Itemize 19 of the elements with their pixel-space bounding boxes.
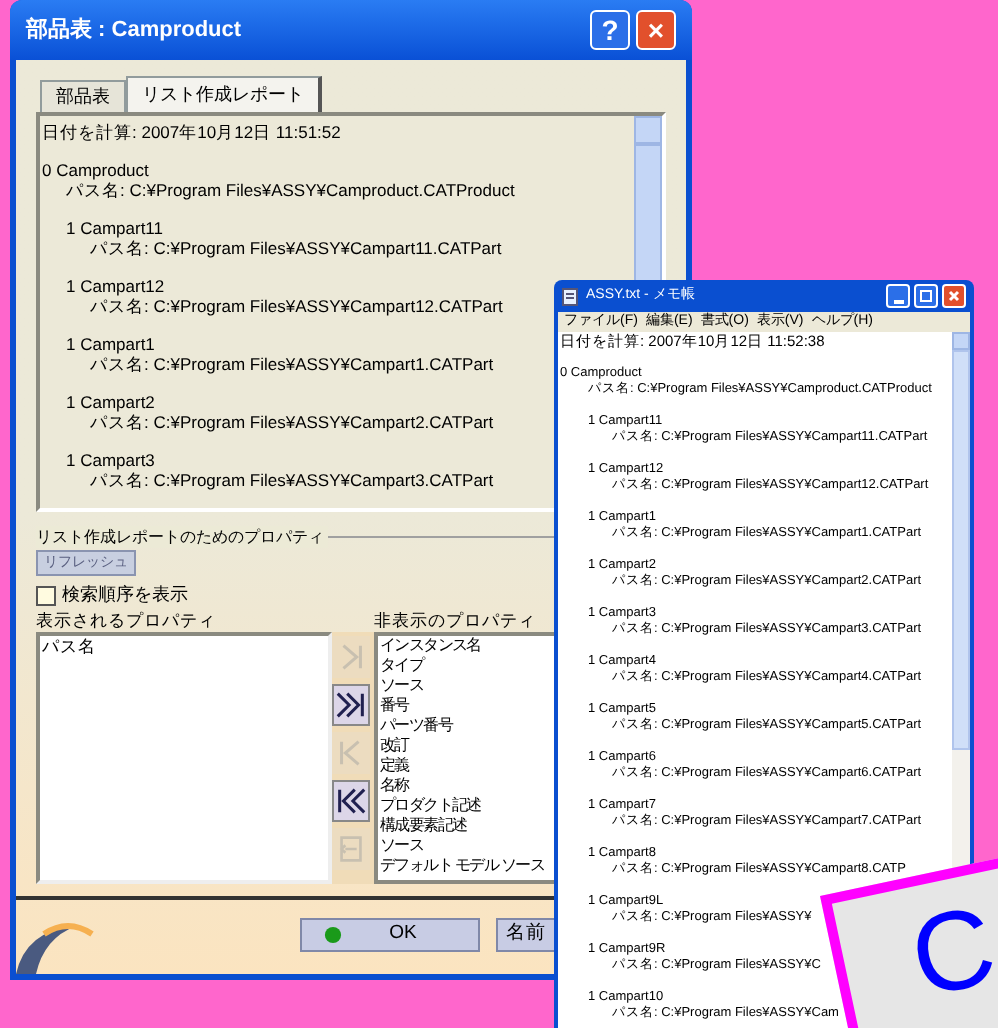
timestamp-text: 日付を計算: 2007年10月12日 11:51:52 xyxy=(42,122,341,142)
entry-title: 1 Campart3 xyxy=(66,450,155,470)
list-label: 非表示のプロパティ xyxy=(374,610,536,632)
list-label: 表示されるプロパティ xyxy=(36,610,216,632)
entry-title: 1 Campart2 xyxy=(66,392,155,412)
callout-letter: C xyxy=(900,880,998,1021)
entry-title: 1 Campart1 xyxy=(66,334,155,354)
group-title: リスト作成レポートのためのプロパティ xyxy=(36,526,328,548)
entry-path: パス名: C:¥Program Files¥ASSY¥Campart3.CATPart xyxy=(90,470,494,490)
entry-path: パス名: C:¥Program Files¥ASSY¥Campart12.CATPart xyxy=(90,296,503,316)
entry-title: 1 Campart11 xyxy=(66,218,164,238)
entry-title: 0 Camproduct xyxy=(42,160,149,180)
entry-path: パス名: C:¥Program Files¥ASSY¥Campart11.CATPart xyxy=(90,238,502,258)
entry-title: 1 Campart12 xyxy=(66,276,165,296)
entry-path: パス名: C:¥Program Files¥ASSY¥Campart1.CATPart xyxy=(90,354,494,374)
entry-path: パス名: C:¥Program Files¥ASSY¥Camproduct.CATProduct xyxy=(66,180,515,200)
entry-path: パス名: C:¥Program Files¥ASSY¥Campart2.CATPart xyxy=(90,412,494,432)
checkbox-label: 検索順序を表示 xyxy=(62,584,188,606)
window-title: 部品表 : Camproduct xyxy=(26,15,244,46)
